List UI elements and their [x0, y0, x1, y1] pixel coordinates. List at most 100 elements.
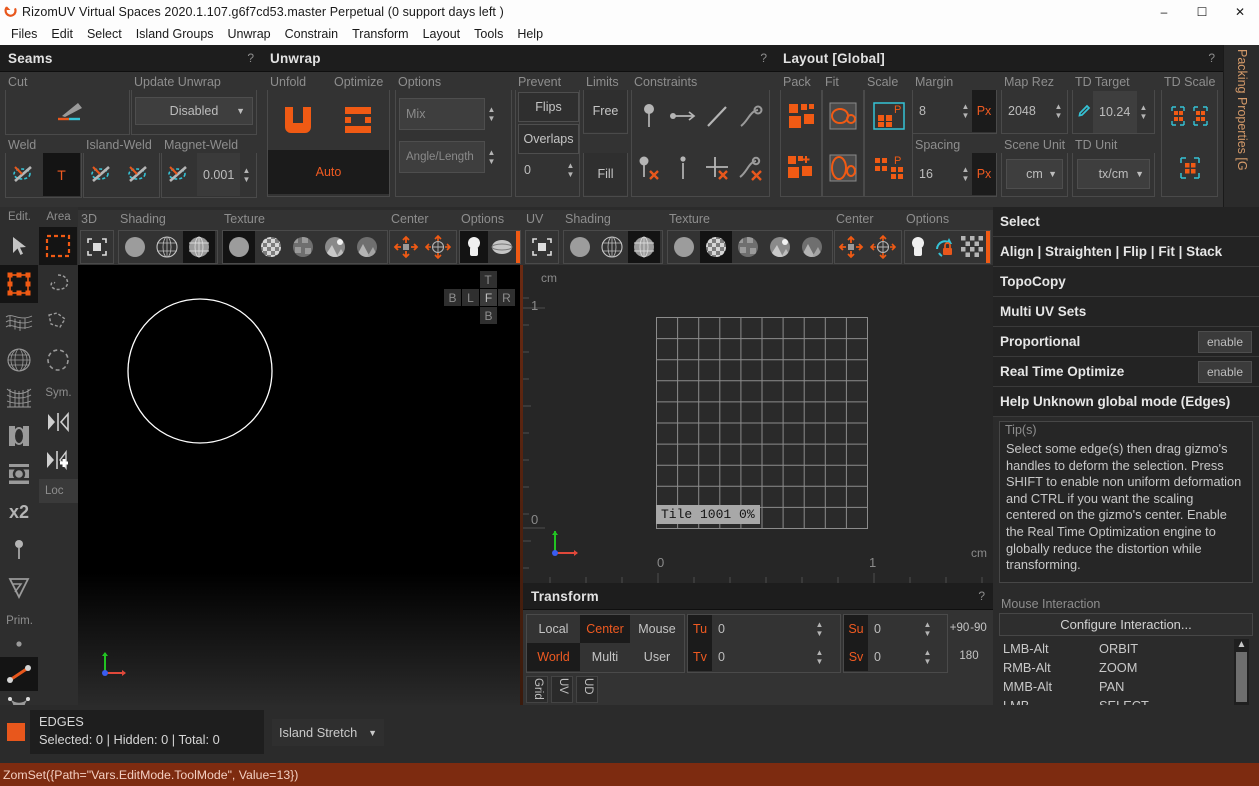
configure-interaction-button[interactable]: Configure Interaction... — [999, 612, 1253, 636]
menu-help[interactable]: Help — [510, 25, 550, 43]
fit-vertical-button[interactable] — [823, 142, 863, 194]
pack-button[interactable] — [781, 90, 821, 142]
binding-row[interactable]: MMB-Alt PAN — [993, 677, 1259, 696]
arrow-select-icon[interactable] — [0, 227, 38, 265]
layout-help-icon[interactable]: ? — [1208, 51, 1215, 65]
tv-label[interactable]: Tv — [688, 643, 712, 671]
sv-label[interactable]: Sv — [844, 643, 868, 671]
distance-constraint-icon[interactable] — [666, 90, 700, 142]
polygon-lasso-icon[interactable] — [39, 303, 77, 341]
view-cube-left[interactable]: L — [462, 289, 479, 306]
unwrap-ratio-select[interactable]: Angle/Length — [399, 141, 485, 173]
prevent-flips-button[interactable]: Flips — [518, 92, 579, 122]
bindings-scrollbar[interactable]: ▲ — [1234, 638, 1249, 709]
center-object-icon[interactable] — [867, 231, 899, 263]
light-icon[interactable] — [460, 231, 488, 263]
right-row-real-time-optimize[interactable]: Real Time Optimize enable — [993, 357, 1259, 387]
limits-free-button[interactable]: Free — [584, 90, 627, 132]
spacing-input[interactable]: 16 — [913, 153, 959, 195]
checker-texture-icon[interactable] — [700, 231, 732, 263]
spacing-unit-button[interactable]: Px — [972, 153, 996, 195]
grid-icon[interactable] — [958, 231, 986, 263]
map-rez-stepper[interactable]: ▲ ▼ — [1052, 90, 1065, 132]
pivot-center-button[interactable]: Center — [580, 615, 630, 643]
tu-input[interactable]: 0 — [712, 615, 813, 643]
unwrap-method-stepper[interactable]: ▲ ▼ — [485, 98, 498, 130]
wave-deform-icon[interactable] — [0, 303, 38, 341]
menu-edit[interactable]: Edit — [44, 25, 80, 43]
image2-texture-icon[interactable] — [796, 231, 828, 263]
td-target-input[interactable]: 10.24 — [1093, 90, 1137, 133]
pack-move-button[interactable] — [781, 142, 821, 194]
binding-row[interactable]: LMB-Alt ORBIT — [993, 639, 1259, 658]
center-selection-icon[interactable] — [835, 231, 867, 263]
unwrap-method-select[interactable]: Mix — [399, 98, 485, 130]
cut-tool-button[interactable] — [6, 90, 129, 133]
tv-input[interactable]: 0 — [712, 643, 813, 671]
view-cube-top[interactable]: T — [479, 271, 497, 288]
space-world-button[interactable]: World — [527, 643, 580, 671]
wireframe-icon[interactable] — [596, 231, 628, 263]
lock-rotate-icon[interactable] — [931, 231, 959, 263]
minimize-button[interactable]: – — [1145, 0, 1183, 23]
cross-remove-constraint-icon[interactable] — [700, 142, 734, 194]
sv-input[interactable]: 0 — [868, 643, 921, 671]
packing-properties-tab[interactable]: Packing Properties [G — [1223, 45, 1259, 207]
no-texture-icon[interactable] — [668, 231, 700, 263]
view-cube[interactable]: T B L F R B — [444, 271, 515, 324]
eyedropper-icon[interactable] — [1073, 104, 1093, 119]
scale-spread-button[interactable]: P — [865, 142, 912, 194]
tab-ud[interactable]: UD — [576, 676, 598, 703]
transform-help-icon[interactable]: ? — [978, 589, 985, 603]
image-texture-icon[interactable] — [319, 231, 351, 263]
td-target-stepper[interactable]: ▲ ▼ — [1137, 90, 1150, 133]
menu-select[interactable]: Select — [80, 25, 129, 43]
update-unwrap-select[interactable]: Disabled ▼ — [135, 97, 253, 125]
rect-marquee-icon[interactable] — [39, 227, 77, 265]
menu-transform[interactable]: Transform — [345, 25, 416, 43]
scale-pack-button[interactable]: P — [865, 90, 912, 142]
x2-icon[interactable]: x2 — [0, 493, 38, 531]
proportional-enable-button[interactable]: enable — [1197, 330, 1252, 353]
right-row-select[interactable]: Select — [993, 207, 1259, 237]
right-row-proportional[interactable]: Proportional enable — [993, 327, 1259, 357]
shield-icon[interactable] — [0, 569, 38, 607]
menu-files[interactable]: Files — [4, 25, 44, 43]
binding-row[interactable]: LMB SELECT — [993, 696, 1259, 705]
shaded-wireframe-icon[interactable] — [628, 231, 660, 263]
flat-shading-icon[interactable] — [119, 231, 151, 263]
map-rez-input[interactable]: 2048 — [1002, 90, 1052, 132]
space-local-button[interactable]: Local — [527, 615, 580, 643]
light-icon[interactable] — [905, 231, 932, 263]
noise-texture-icon[interactable] — [287, 231, 319, 263]
curve-constraint-icon[interactable] — [734, 90, 768, 142]
menu-layout[interactable]: Layout — [416, 25, 468, 43]
binding-row[interactable]: RMB-Alt ZOOM — [993, 658, 1259, 677]
magnet-weld-button[interactable] — [162, 153, 197, 196]
fit-button[interactable] — [823, 90, 863, 142]
tv-stepper[interactable]: ▲ ▼ — [813, 643, 826, 671]
circle-marquee-icon[interactable] — [39, 341, 77, 379]
su-label[interactable]: Su — [844, 615, 868, 643]
prevent-overlaps-button[interactable]: Overlaps — [518, 124, 579, 154]
ambient-icon[interactable] — [487, 231, 516, 263]
pin-remove-constraint-icon[interactable] — [632, 142, 666, 194]
vertical-constraint-icon[interactable] — [666, 142, 700, 194]
close-button[interactable]: ✕ — [1221, 0, 1259, 23]
wireframe-icon[interactable] — [151, 231, 183, 263]
tube-unfold-icon[interactable] — [0, 455, 38, 493]
shaded-wireframe-icon[interactable] — [183, 231, 215, 263]
weld-tool-button[interactable] — [6, 153, 43, 196]
auto-unwrap-button[interactable]: Auto — [268, 150, 389, 194]
unfold-button[interactable] — [268, 90, 328, 150]
view-cube-back[interactable]: B — [444, 289, 461, 306]
rotate-plus90-button[interactable]: +90 — [950, 614, 969, 642]
magnet-weld-stepper[interactable]: ▲ ▼ — [240, 153, 253, 196]
curve-remove-constraint-icon[interactable] — [734, 142, 768, 194]
optimize-button[interactable] — [328, 90, 388, 150]
margin-stepper[interactable]: ▲ ▼ — [959, 90, 972, 132]
checker-texture-icon[interactable] — [255, 231, 287, 263]
td-unit-select[interactable]: tx/cm ▼ — [1077, 159, 1150, 189]
pin-constraint-icon[interactable] — [632, 90, 666, 142]
line-constraint-icon[interactable] — [700, 90, 734, 142]
